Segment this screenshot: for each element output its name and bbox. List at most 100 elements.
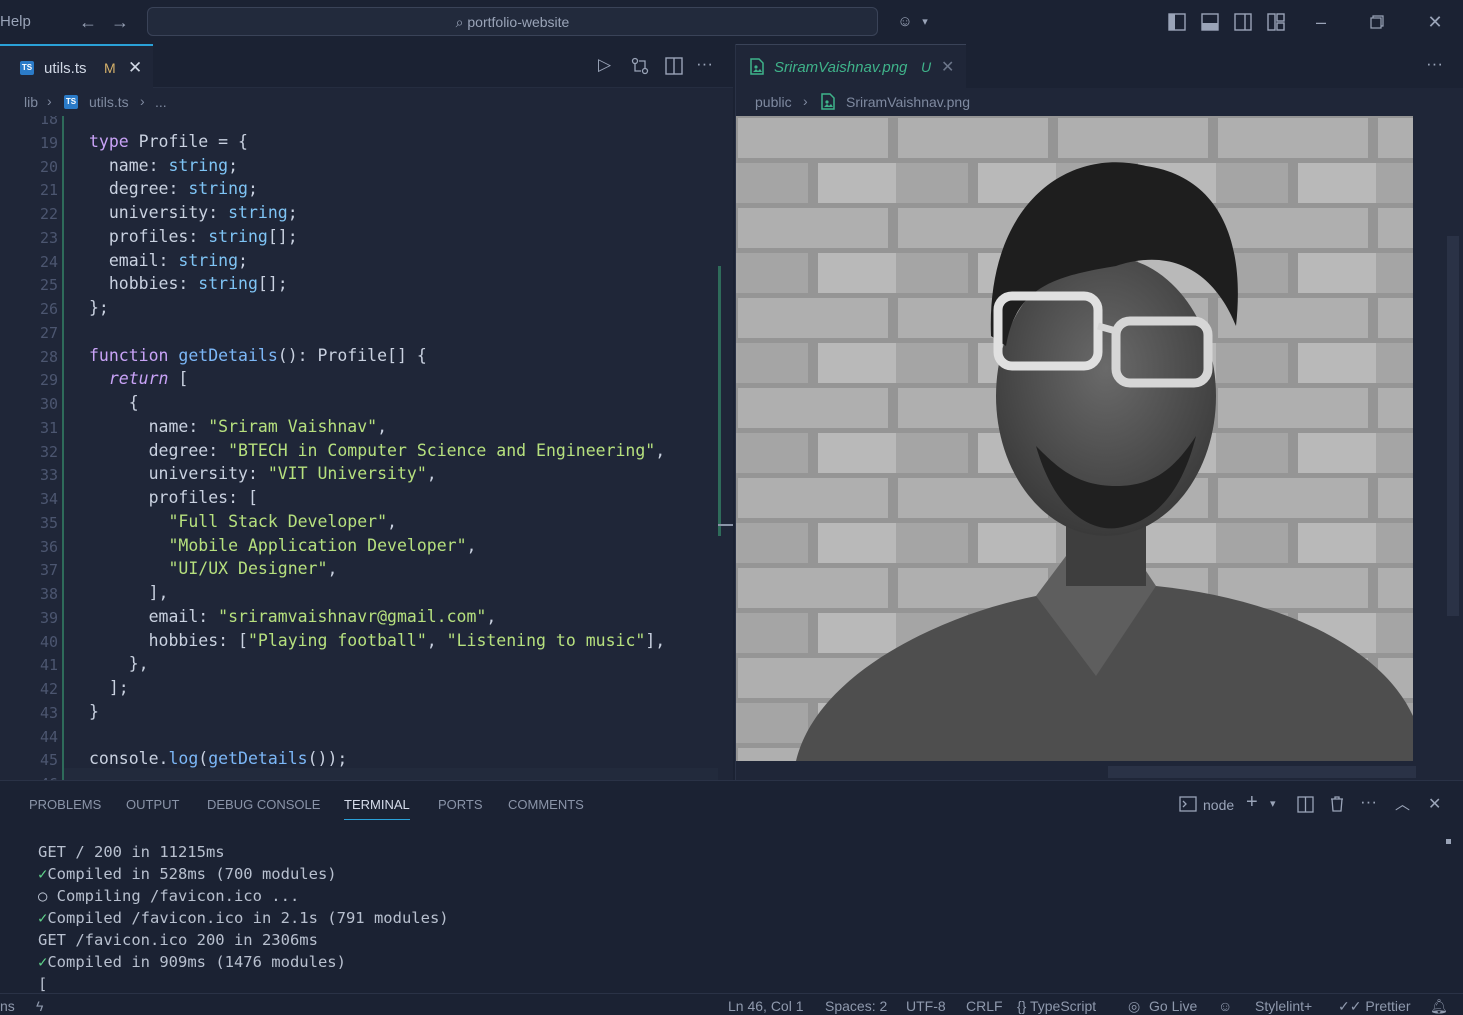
git-change-indicator	[62, 116, 64, 780]
stylelint[interactable]: Stylelint+	[1255, 998, 1312, 1014]
code-line: hobbies: string[];	[89, 274, 288, 294]
tab-utils-ts[interactable]: TS utils.ts M ✕	[0, 44, 153, 88]
vertical-scrollbar[interactable]	[1447, 236, 1459, 616]
close-window-icon[interactable]: ✕	[1423, 10, 1447, 34]
command-center-search[interactable]: ⌕ portfolio-website	[147, 7, 878, 36]
line-number: 21	[39, 181, 58, 200]
terminal-line: ✓Compiled in 909ms (1476 modules)	[38, 953, 346, 971]
line-number: 30	[39, 395, 58, 413]
customize-layout-icon[interactable]	[1267, 13, 1285, 31]
typescript-file-icon: TS	[20, 61, 34, 75]
back-arrow-icon[interactable]: ←	[76, 10, 100, 34]
more-actions-icon[interactable]: ···	[696, 54, 713, 74]
terminal-name[interactable]: node	[1203, 797, 1234, 813]
minimize-icon[interactable]: –	[1309, 10, 1333, 34]
line-number: 19	[39, 133, 58, 152]
line-number: 22	[39, 205, 58, 223]
scrollbar-cursor-marker	[718, 524, 733, 526]
toggle-secondary-sidebar-icon[interactable]	[1234, 13, 1252, 31]
untracked-badge: U	[921, 59, 932, 75]
horizontal-scrollbar[interactable]	[64, 768, 718, 780]
editor-tabs-right: SriramVaishnav.png U ✕ ···	[735, 44, 1463, 88]
search-icon: ⌕	[455, 14, 464, 30]
line-number: 26	[39, 300, 58, 318]
restore-icon[interactable]	[1370, 15, 1384, 29]
code-line: "Mobile Application Developer",	[168, 535, 477, 555]
copilot-icon[interactable]: ☺	[1218, 998, 1232, 1014]
close-tab-icon[interactable]: ✕	[941, 57, 954, 77]
line-endings[interactable]: CRLF	[966, 998, 1003, 1014]
lightning-icon[interactable]: ϟ	[36, 998, 43, 1014]
menu-help[interactable]: Help	[0, 13, 31, 30]
terminal-line: GET / 200 in 11215ms	[38, 843, 225, 861]
toggle-sidebar-icon[interactable]	[1168, 13, 1186, 31]
encoding[interactable]: UTF-8	[906, 998, 946, 1014]
check-icon: ✓	[38, 953, 48, 971]
terminal-text: Compiled /favicon.ico in 2.1s (791 modul…	[47, 909, 449, 927]
code-line: university: string;	[89, 203, 298, 222]
code-line: type Profile = {	[89, 131, 248, 151]
run-icon[interactable]: ▷	[598, 55, 611, 75]
tab-output[interactable]: OUTPUT	[126, 797, 179, 812]
maximize-panel-icon[interactable]: ︿	[1395, 793, 1410, 814]
broadcast-icon: ◎	[1128, 998, 1141, 1014]
compare-changes-icon[interactable]	[631, 57, 649, 75]
forward-arrow-icon[interactable]: →	[108, 10, 132, 34]
trash-icon[interactable]	[1329, 795, 1345, 813]
more-actions-icon[interactable]: ···	[1360, 792, 1377, 812]
cursor-position[interactable]: Ln 46, Col 1	[728, 998, 804, 1014]
line-number: 27	[39, 323, 58, 342]
code-line: ],	[89, 583, 169, 602]
breadcrumb-file[interactable]: utils.ts	[89, 94, 129, 110]
terminal-line: ○ Compiling /favicon.ico ...	[38, 887, 299, 905]
image-preview[interactable]	[735, 116, 1463, 780]
line-number: 28	[39, 347, 58, 366]
tab-terminal[interactable]: TERMINAL	[344, 797, 410, 820]
split-editor-icon[interactable]	[665, 57, 683, 75]
go-live[interactable]: Go Live	[1149, 998, 1197, 1014]
notifications-bell-icon[interactable]: 🔔︎	[1430, 998, 1448, 1015]
breadcrumb-file[interactable]: SriramVaishnav.png	[846, 94, 970, 110]
tab-label: utils.ts	[44, 60, 87, 77]
code-line: },	[89, 654, 149, 674]
prettier[interactable]: ✓✓ Prettier	[1338, 998, 1410, 1015]
terminal-text: Compiled in 909ms (1476 modules)	[47, 953, 346, 971]
chevron-right-icon: ›	[803, 93, 808, 109]
terminal-text: Compiled in 528ms (700 modules)	[47, 865, 337, 883]
terminal-line: ✓Compiled /favicon.ico in 2.1s (791 modu…	[38, 909, 449, 927]
status-left[interactable]: ns	[0, 998, 15, 1014]
breadcrumb-folder[interactable]: lib	[24, 94, 38, 110]
line-number: 38	[39, 585, 58, 603]
chevron-down-icon[interactable]: ▾	[913, 10, 937, 34]
tab-comments[interactable]: COMMENTS	[508, 797, 584, 812]
image-file-icon	[750, 58, 764, 75]
code-line: "Full Stack Developer",	[168, 511, 397, 531]
language-mode[interactable]: {} TypeScript	[1017, 998, 1096, 1014]
terminal-text: GET /favicon.ico 200 in 2306ms	[38, 931, 318, 949]
modified-badge: M	[104, 60, 116, 76]
breadcrumb-more[interactable]: ...	[155, 94, 167, 110]
add-terminal-icon[interactable]: +	[1246, 791, 1258, 814]
tab-ports[interactable]: PORTS	[438, 797, 483, 812]
image-file-icon	[821, 93, 835, 110]
tab-sriramvaishnav-png[interactable]: SriramVaishnav.png U ✕	[736, 44, 966, 88]
tab-problems[interactable]: PROBLEMS	[29, 797, 101, 812]
toggle-panel-icon[interactable]	[1201, 13, 1219, 31]
breadcrumb-folder[interactable]: public	[755, 94, 792, 110]
terminal-icon	[1179, 796, 1197, 812]
line-number: 33	[39, 466, 58, 485]
close-tab-icon[interactable]: ✕	[128, 58, 142, 78]
code-editor[interactable]: 18 19 type Profile = {20 name: string; 21 d…	[0, 116, 733, 780]
code-line: "UI/UX Designer",	[168, 559, 338, 579]
line-number: 40	[39, 632, 58, 651]
more-actions-icon[interactable]: ···	[1426, 54, 1443, 74]
indentation[interactable]: Spaces: 2	[825, 998, 887, 1014]
code-line: degree: "BTECH in Computer Science and E…	[89, 440, 666, 460]
chevron-down-icon[interactable]: ▾	[1270, 797, 1276, 810]
terminal-line: GET /favicon.ico 200 in 2306ms	[38, 931, 318, 949]
tab-debug-console[interactable]: DEBUG CONSOLE	[207, 797, 320, 812]
typescript-file-icon: TS	[64, 95, 78, 109]
horizontal-scrollbar[interactable]	[1108, 766, 1416, 778]
close-panel-icon[interactable]: ✕	[1428, 794, 1441, 814]
split-terminal-icon[interactable]	[1297, 796, 1314, 813]
